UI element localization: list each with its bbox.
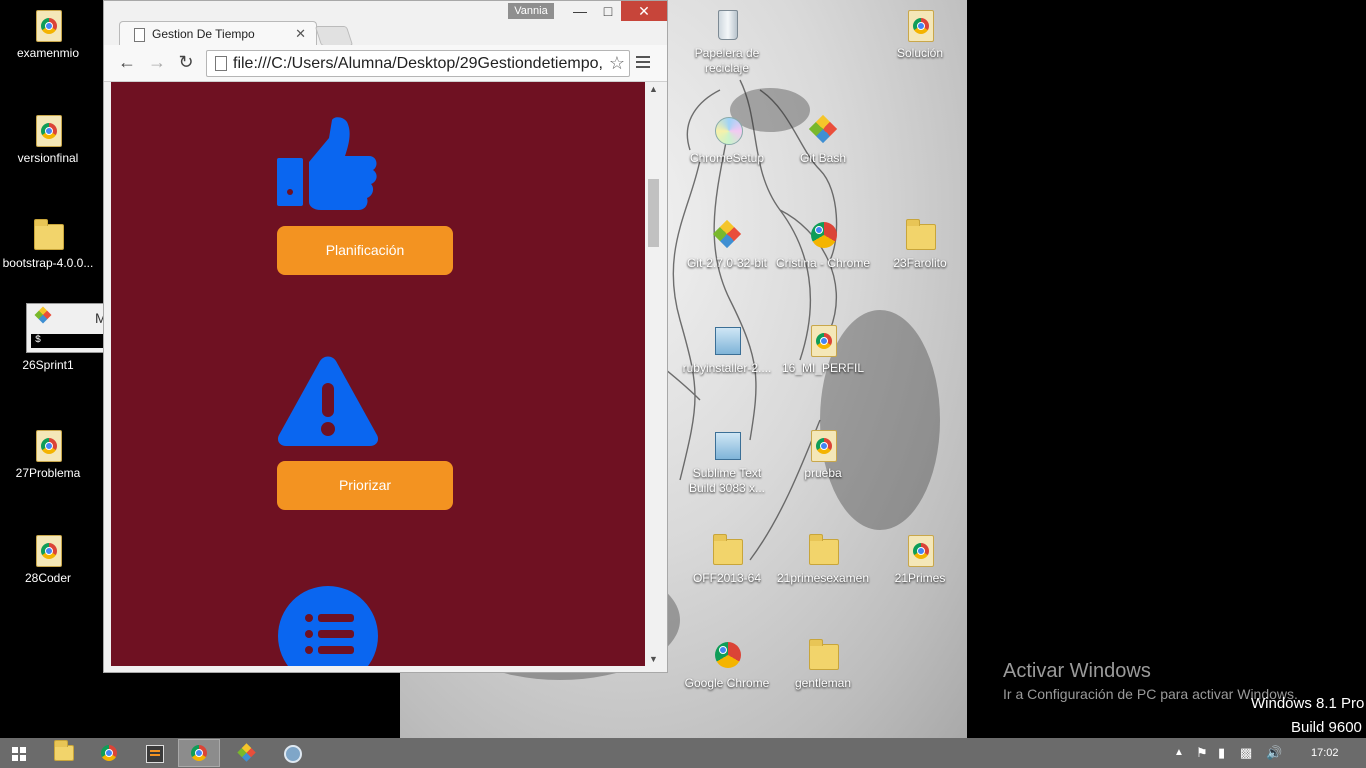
browser-window: Vannia — □ ✕ Gestion De Tiempo ✕ ← → ↻ f… — [103, 0, 668, 673]
user-badge: Vannia — [508, 3, 554, 19]
sublime-text-icon — [146, 745, 164, 763]
desktop-icon-solucion[interactable]: Solución — [872, 8, 968, 61]
desktop-icon-23farolito[interactable]: 23Farolito — [872, 218, 968, 271]
tab-title: Gestion De Tiempo — [152, 27, 255, 41]
taskbar-chrome[interactable] — [88, 739, 130, 767]
minimize-button[interactable]: — — [566, 1, 594, 21]
bookmark-star-icon[interactable]: ☆ — [609, 51, 625, 76]
git-icon — [808, 114, 838, 144]
desktop-icon-gentleman[interactable]: gentleman — [775, 638, 871, 691]
taskbar-chrome-active[interactable] — [178, 739, 220, 767]
network-icon[interactable]: ▩ — [1240, 738, 1252, 768]
planificacion-button[interactable]: Planificación — [277, 226, 453, 275]
chrome-file-icon — [41, 438, 57, 454]
forward-icon[interactable]: → — [146, 51, 168, 73]
maximize-button[interactable]: □ — [594, 1, 622, 21]
git-icon — [712, 219, 742, 249]
close-window-button[interactable]: ✕ — [621, 1, 667, 21]
desktop-icon-examenmio[interactable]: examenmio — [0, 8, 96, 61]
taskbar: ▲ ⚑ ▮ ▩ 🔊 17:02 — [0, 738, 1366, 768]
desktop-icon-16-mi-perfil[interactable]: 16_MI_PERFIL — [775, 323, 871, 376]
os-version-line1: Windows 8.1 Pro — [1251, 695, 1365, 712]
scroll-thumb[interactable] — [648, 179, 659, 247]
reload-icon[interactable]: ↻ — [175, 51, 197, 73]
desktop-icon-chromesetup[interactable]: ChromeSetup — [679, 113, 775, 166]
chrome-file-icon — [913, 18, 929, 34]
activation-title: Activar Windows — [1003, 660, 1151, 682]
close-tab-icon[interactable]: ✕ — [295, 22, 306, 46]
list-icon — [278, 586, 378, 666]
new-tab-button[interactable] — [314, 26, 354, 46]
desktop-icon-bootstrap[interactable]: bootstrap-4.0.0... — [0, 218, 96, 271]
taskbar-git[interactable] — [226, 739, 268, 767]
chrome-menu-icon[interactable] — [636, 53, 650, 71]
installer-icon — [715, 327, 741, 355]
browser-toolbar: ← → ↻ file:///C:/Users/Alumna/Desktop/29… — [104, 45, 667, 82]
page-scrollbar[interactable]: ▲ ▼ — [645, 82, 662, 666]
desktop-icon-sublime-text[interactable]: Sublime Text Build 3083 x... — [679, 428, 775, 496]
url-text: file:///C:/Users/Alumna/Desktop/29Gestio… — [233, 55, 603, 72]
installer-cd-icon — [715, 117, 743, 145]
windows-logo-icon — [12, 747, 26, 761]
address-bar[interactable]: file:///C:/Users/Alumna/Desktop/29Gestio… — [206, 50, 630, 77]
chrome-file-icon — [41, 543, 57, 559]
folder-icon — [906, 219, 936, 250]
git-icon — [237, 743, 256, 762]
desktop-icon-prueba[interactable]: prueba — [775, 428, 871, 481]
desktop-icon-27problema[interactable]: 27Problema — [0, 428, 96, 481]
zip-folder-icon — [809, 639, 839, 670]
volume-icon[interactable]: 🔊 — [1266, 738, 1282, 768]
desktop-icon-26sprint1[interactable]: 26Sprint1 — [0, 358, 96, 373]
desktop-icon-recycle-bin[interactable]: Papelera de reciclaje — [679, 8, 775, 76]
desktop-icon-git-bash[interactable]: Git Bash — [775, 113, 871, 166]
zip-folder-icon — [34, 219, 64, 250]
recycle-bin-icon — [718, 10, 738, 40]
chrome-icon — [715, 642, 741, 668]
terminal-prompt: $ — [31, 334, 105, 348]
back-icon[interactable]: ← — [116, 51, 138, 73]
action-center-flag-icon[interactable]: ⚑ — [1196, 738, 1208, 768]
taskbar-clock[interactable]: 17:02 — [1311, 738, 1339, 768]
page-viewport: Planificación Priorizar — [111, 82, 645, 666]
installer-icon — [715, 432, 741, 460]
desktop-icon-git-installer[interactable]: Git-2.7.0-32-bit — [679, 218, 775, 271]
thumbs-up-icon — [277, 117, 377, 210]
tab-gestion-de-tiempo[interactable]: Gestion De Tiempo ✕ — [119, 21, 317, 46]
desktop-icon-google-chrome[interactable]: Google Chrome — [679, 638, 775, 691]
taskbar-settings[interactable] — [271, 739, 313, 767]
folder-icon — [809, 534, 839, 565]
taskbar-sublime-text[interactable] — [133, 739, 175, 767]
chrome-file-icon — [816, 333, 832, 349]
desktop-icon-off2013[interactable]: OFF2013-64 — [679, 533, 775, 586]
desktop-icon-21primes[interactable]: 21Primes — [872, 533, 968, 586]
desktop-icon-cristina-chrome[interactable]: Cristina - Chrome — [775, 218, 871, 271]
file-page-icon — [215, 56, 227, 71]
folder-icon — [54, 740, 74, 761]
desktop-icon-21primesexamen[interactable]: 21primesexamen — [775, 533, 871, 586]
warning-icon — [277, 356, 379, 446]
os-version-line2: Build 9600 — [1291, 719, 1362, 736]
desktop-icon-28coder[interactable]: 28Coder — [0, 533, 96, 586]
start-button[interactable] — [0, 739, 40, 767]
chrome-file-icon — [913, 543, 929, 559]
desktop-icon-rubyinstaller[interactable]: rubyinstaller-2.... — [679, 323, 775, 376]
taskbar-file-explorer[interactable] — [42, 739, 84, 767]
scroll-down-icon[interactable]: ▼ — [645, 652, 662, 666]
scroll-up-icon[interactable]: ▲ — [645, 82, 662, 96]
priorizar-button[interactable]: Priorizar — [277, 461, 453, 510]
chrome-file-icon — [816, 438, 832, 454]
tray-expand-icon[interactable]: ▲ — [1174, 738, 1184, 768]
mini-git-bash-window[interactable]: M $ — [26, 303, 107, 353]
page-icon — [134, 28, 145, 42]
chrome-icon — [191, 745, 207, 761]
desktop-icon-versionfinal[interactable]: versionfinal — [0, 113, 96, 166]
folder-icon — [713, 534, 743, 565]
chrome-icon — [101, 745, 117, 761]
chrome-icon — [811, 222, 837, 248]
power-icon[interactable]: ▮ — [1218, 738, 1225, 768]
settings-icon — [284, 745, 302, 763]
chrome-file-icon — [41, 18, 57, 34]
git-icon — [34, 306, 52, 324]
chrome-file-icon — [41, 123, 57, 139]
